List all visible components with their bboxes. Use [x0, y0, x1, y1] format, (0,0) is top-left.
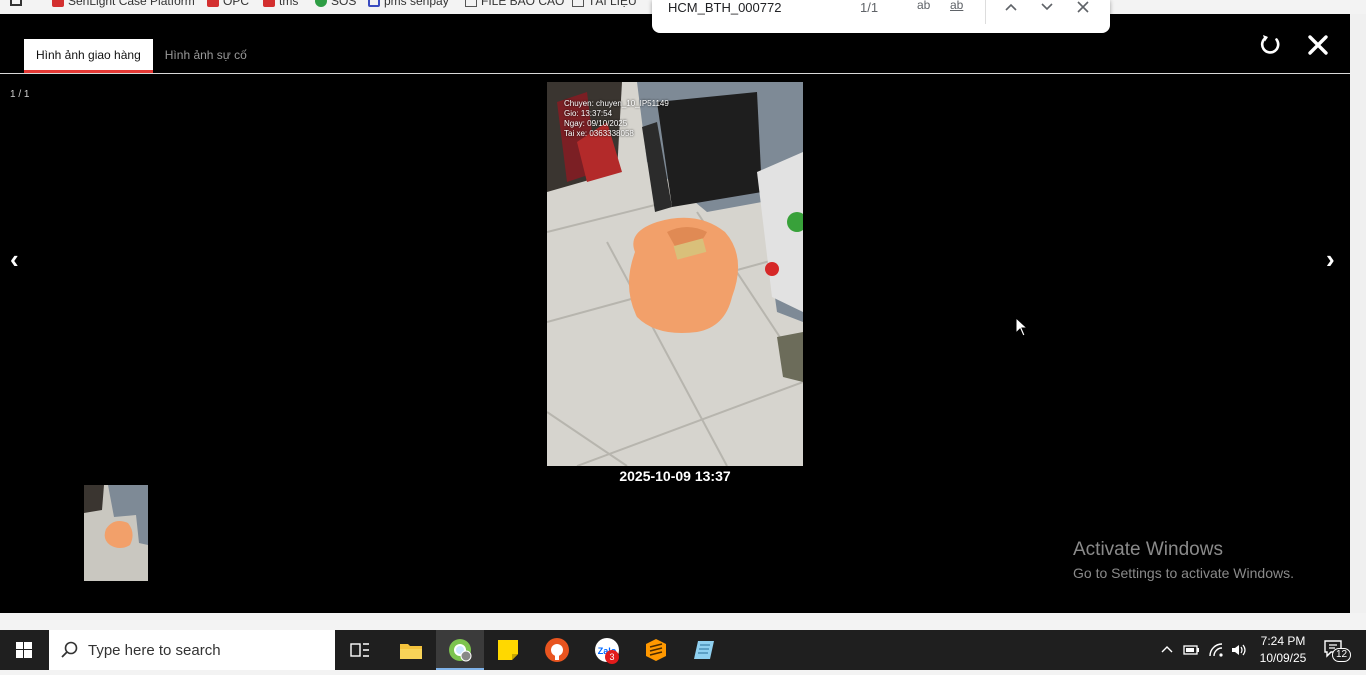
- find-divider: [985, 0, 986, 24]
- bookmark-tai-lieu[interactable]: TÀI LIỆU: [572, 0, 637, 8]
- blue-bookmark-icon: [368, 0, 380, 7]
- find-input[interactable]: HCM_BTH_000772: [668, 0, 781, 16]
- clock[interactable]: 7:24 PM 10/09/25: [1252, 634, 1314, 665]
- find-next-button[interactable]: [1040, 0, 1054, 18]
- task-view-icon: [350, 643, 369, 657]
- image-counter: 1 / 1: [10, 89, 30, 100]
- image-viewer-modal: Hình ảnh giao hàng Hình ảnh sự cố 1 / 1 …: [0, 14, 1350, 613]
- photo-thumbnail[interactable]: [84, 485, 148, 581]
- sticky-notes-button[interactable]: [494, 636, 522, 664]
- prev-image-button[interactable]: ‹: [10, 246, 19, 272]
- bookmark-sos[interactable]: SOS: [315, 0, 356, 8]
- taskbar-search-box[interactable]: Type here to search: [49, 630, 335, 670]
- thumbnail-image: [84, 485, 148, 581]
- close-icon: [1308, 35, 1328, 55]
- chevron-up-icon[interactable]: [1161, 644, 1173, 656]
- app-orange-ring-button[interactable]: [543, 636, 571, 664]
- find-match-count: 1/1: [860, 0, 879, 15]
- overlay-time: Gio: 13:37:54: [564, 109, 613, 118]
- chrome-button-active[interactable]: [436, 630, 484, 670]
- match-case-button[interactable]: ab: [917, 0, 930, 12]
- zalo-button[interactable]: Zalo 3: [593, 636, 621, 664]
- notification-count: 12: [1332, 648, 1352, 662]
- delivery-photo-image: [547, 82, 803, 466]
- sublime-text-button[interactable]: [642, 636, 670, 664]
- mouse-cursor-icon: [1015, 317, 1029, 337]
- clock-date: 10/09/25: [1259, 651, 1307, 665]
- tab-incident-images[interactable]: Hình ảnh sự cố: [153, 39, 259, 73]
- orange-ring-app-icon: [545, 638, 569, 662]
- folder-icon: [465, 0, 477, 7]
- clock-time: 7:24 PM: [1260, 634, 1306, 648]
- overlay-date: Ngay: 09/10/2025: [564, 119, 628, 128]
- green-bookmark-icon: [315, 0, 327, 7]
- photo-overlay-info: Chuyen: chuyen_10_IP51149 Gio: 13:37:54 …: [564, 99, 669, 139]
- chrome-icon: [449, 639, 472, 662]
- file-explorer-button[interactable]: [397, 636, 425, 664]
- folder-icon: [400, 644, 422, 659]
- photo-timestamp: 2025-10-09 13:37: [619, 468, 731, 484]
- match-whole-word-button[interactable]: ab: [950, 0, 963, 12]
- delivery-photo: Chuyen: chuyen_10_IP51149 Gio: 13:37:54 …: [547, 82, 803, 466]
- overlay-driver: Tai xe: 0363338058: [564, 129, 634, 138]
- apps-grid-icon[interactable]: [10, 0, 22, 6]
- rotate-icon: [1260, 35, 1280, 54]
- search-placeholder: Type here to search: [88, 642, 221, 659]
- overlay-trip: Chuyen: chuyen_10_IP51149: [564, 99, 669, 108]
- search-icon: [61, 641, 78, 658]
- battery-icon[interactable]: [1183, 643, 1201, 657]
- red-bookmark-icon: [52, 0, 64, 7]
- find-previous-button[interactable]: [1004, 0, 1018, 18]
- bookmark-senlight[interactable]: SenLight Case Platform: [52, 0, 195, 8]
- activate-windows-watermark: Activate Windows Go to Settings to activ…: [1073, 539, 1294, 581]
- volume-icon[interactable]: [1230, 642, 1248, 658]
- red-bookmark-icon: [263, 0, 275, 7]
- watermark-title: Activate Windows: [1073, 539, 1223, 560]
- tab-delivery-images[interactable]: Hình ảnh giao hàng: [24, 39, 153, 73]
- taskbar: Type here to search Zalo 3: [0, 630, 1366, 670]
- tab-divider: [0, 73, 1350, 74]
- find-close-button[interactable]: [1076, 0, 1090, 18]
- sublime-icon: [646, 639, 666, 661]
- viewer-tabs: Hình ảnh giao hàng Hình ảnh sự cố: [24, 39, 259, 73]
- bookmark-pms-senpay[interactable]: pms senpay: [368, 0, 449, 8]
- chevron-down-icon: [1041, 3, 1053, 11]
- bookmark-file-bao-cao[interactable]: FILE BÁO CÁO: [465, 0, 564, 8]
- task-view-button[interactable]: [346, 636, 374, 664]
- red-bookmark-icon: [207, 0, 219, 7]
- notepad-icon: [694, 641, 714, 659]
- bookmark-tms[interactable]: tms: [263, 0, 298, 8]
- notepad-button[interactable]: [690, 636, 718, 664]
- windows-logo-icon: [16, 642, 32, 658]
- watermark-subtitle: Go to Settings to activate Windows.: [1073, 565, 1294, 581]
- zalo-badge: 3: [605, 650, 619, 664]
- close-viewer-button[interactable]: [1306, 33, 1330, 57]
- bookmark-opc[interactable]: OPC: [207, 0, 249, 8]
- action-center-button[interactable]: 12: [1322, 638, 1352, 662]
- sticky-notes-icon: [498, 640, 518, 660]
- scrollbar-track[interactable]: [1350, 14, 1366, 613]
- find-bar: HCM_BTH_000772 1/1 ab ab: [652, 0, 1110, 33]
- folder-icon: [572, 0, 584, 7]
- start-button[interactable]: [0, 630, 48, 670]
- rotate-button[interactable]: [1257, 32, 1283, 58]
- next-image-button[interactable]: ›: [1326, 246, 1335, 272]
- chevron-up-icon: [1005, 3, 1017, 11]
- wifi-icon[interactable]: [1208, 642, 1226, 658]
- close-icon: [1077, 1, 1089, 13]
